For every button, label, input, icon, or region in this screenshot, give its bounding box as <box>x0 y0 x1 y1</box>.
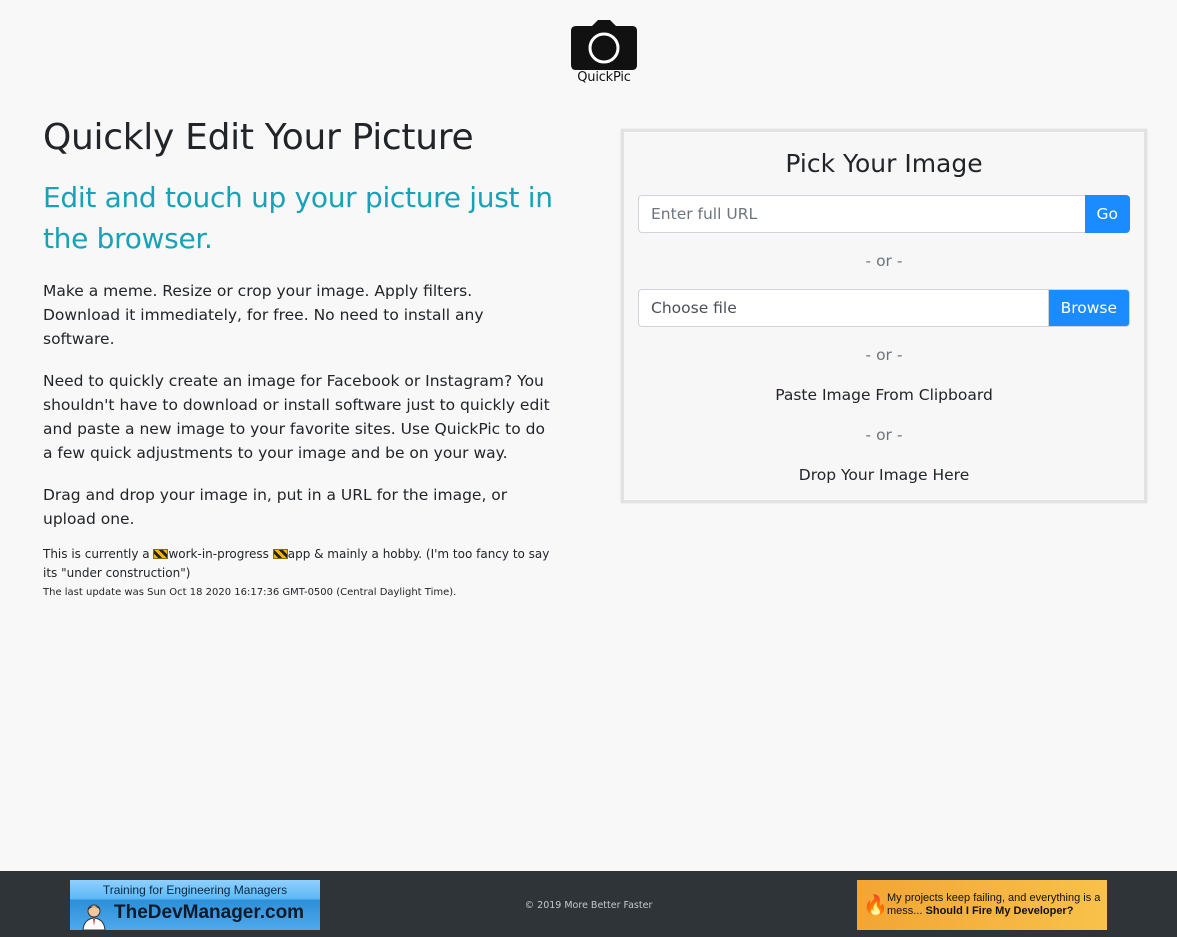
wip-note-part2: work-in-progress <box>168 547 273 562</box>
url-input[interactable]: Enter full URL <box>638 195 1085 233</box>
file-input[interactable]: Choose file <box>638 289 1048 327</box>
logo-text: QuickPic <box>577 70 631 85</box>
wip-note: This is currently a work-in-progress app… <box>43 545 553 583</box>
fire-developer-ad-banner[interactable]: 🔥 My projects keep failing, and everythi… <box>857 880 1107 930</box>
construction-barrier-icon <box>272 549 288 560</box>
construction-barrier-icon <box>153 549 169 560</box>
intro-section: Quickly Edit Your Picture Edit and touch… <box>43 112 553 603</box>
intro-paragraph-3: Drag and drop your image in, put in a UR… <box>43 486 508 529</box>
page-title: Quickly Edit Your Picture <box>43 117 474 158</box>
url-input-group: Enter full URL Go <box>638 195 1130 233</box>
ad-message-part2: Should I Fire My Developer? <box>925 905 1074 917</box>
image-picker-card: Pick Your Image Enter full URL Go - or -… <box>621 129 1147 503</box>
picker-title: Pick Your Image <box>785 149 983 178</box>
footer: Training for Engineering Managers TheDev… <box>0 871 1177 937</box>
wip-note-part1: This is currently a <box>43 547 154 562</box>
drop-zone[interactable]: Drop Your Image Here <box>624 466 1144 484</box>
ad-tagline: Training for Engineering Managers <box>102 883 288 897</box>
camera-icon <box>571 20 637 70</box>
quickpic-logo[interactable]: QuickPic <box>568 20 640 92</box>
or-divider-3: - or - <box>865 426 903 444</box>
go-button[interactable]: Go <box>1084 195 1130 233</box>
or-divider-1: - or - <box>865 252 903 270</box>
last-update-note: The last update was Sun Oct 18 2020 16:1… <box>43 587 457 599</box>
page-subtitle: Edit and touch up your picture just in t… <box>43 181 553 256</box>
intro-paragraph-2: Need to quickly create an image for Face… <box>43 372 550 463</box>
fire-icon: 🔥 <box>863 893 888 917</box>
ad-message: My projects keep failing, and everything… <box>887 892 1103 918</box>
paste-from-clipboard[interactable]: Paste Image From Clipboard <box>624 386 1144 404</box>
browse-button[interactable]: Browse <box>1047 289 1130 327</box>
intro-paragraph-1: Make a meme. Resize or crop your image. … <box>43 282 484 349</box>
file-input-group: Choose file Browse <box>638 289 1130 327</box>
or-divider-2: - or - <box>865 346 903 364</box>
